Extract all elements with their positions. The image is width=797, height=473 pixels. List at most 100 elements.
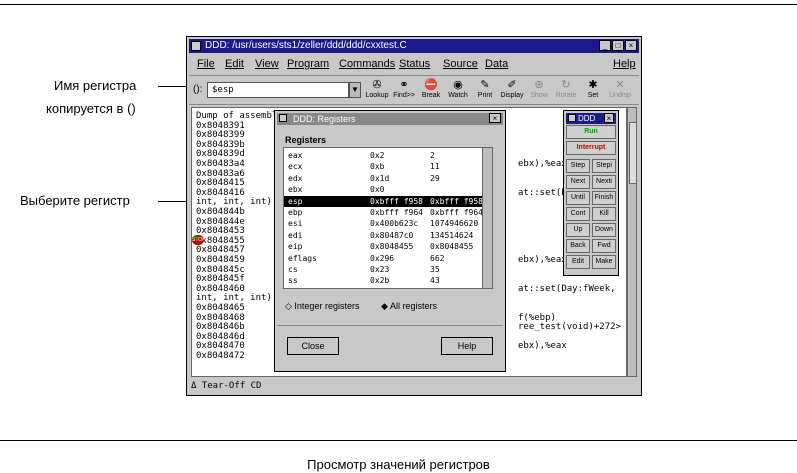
source-scrollbar[interactable] [627, 107, 637, 377]
set-tool[interactable]: ✱ Set [581, 79, 605, 103]
dialog-menu-icon[interactable] [279, 114, 287, 122]
register-dec: 0xbfff f964 [430, 208, 483, 217]
source-line: 0x8048459 [196, 255, 245, 265]
print-tool[interactable]: ✎ Print [473, 79, 497, 103]
radio-all-dot: ◆ [381, 301, 390, 311]
window-menu-icon[interactable] [191, 41, 201, 51]
register-row[interactable]: ecx 0xb 11 [284, 161, 484, 172]
display-tool[interactable]: ✐ Display [500, 79, 524, 103]
register-name: eflags [288, 253, 317, 263]
panel-menu-icon[interactable] [568, 114, 576, 122]
register-name: eax [288, 151, 303, 160]
register-row[interactable]: esi 0x400b623c 1074946620 [284, 218, 484, 229]
register-name: ebx [288, 185, 303, 195]
panel-button-back[interactable]: Back [566, 239, 590, 253]
menu-help[interactable]: Help [613, 55, 636, 73]
menu-status[interactable]: Status [399, 55, 430, 73]
registers-title-bar[interactable]: DDD: Registers × [277, 113, 503, 125]
register-row[interactable]: cs 0x23 35 [284, 264, 484, 275]
register-row[interactable]: eax 0x2 2 [284, 150, 484, 161]
register-name: cs [288, 265, 298, 274]
register-row[interactable]: ss 0x2b 43 [284, 275, 484, 286]
register-dec: 2 [430, 151, 435, 160]
source-line-tail: ebx),%eax [518, 255, 567, 265]
register-row[interactable]: eflags 0x296 662 [284, 253, 484, 264]
register-dec: 29 [430, 173, 440, 183]
register-hex: 0x296 [370, 253, 395, 263]
panel-close-x[interactable]: × [604, 113, 614, 123]
register-row[interactable]: ebx 0x0 [284, 184, 484, 195]
maximize-button[interactable]: □ [612, 40, 624, 51]
registers-list[interactable]: eax 0x2 2 ecx 0xb 11 edx 0x1d 29 ebx 0x0 esp 0xbfff … [283, 147, 491, 289]
help-button-dialog[interactable]: Help [441, 337, 493, 355]
register-dec: 11 [430, 162, 440, 172]
break-tool[interactable]: ⛔ Break [419, 79, 443, 103]
panel-button-cont[interactable]: Cont [566, 207, 590, 221]
menu-file[interactable]: File [197, 55, 215, 73]
radio-all-registers[interactable]: ◆ All registers [381, 301, 437, 312]
register-dec: 0x8048455 [430, 242, 474, 252]
register-row[interactable]: eip 0x8048455 0x8048455 [284, 241, 484, 252]
panel-button-up[interactable]: Up [566, 223, 590, 237]
execution-arrow-icon: ➔ [191, 232, 200, 244]
figure-caption: Просмотр значений регистров [307, 457, 490, 472]
panel-button-next[interactable]: Next [566, 175, 590, 189]
menu-program[interactable]: Program [287, 55, 329, 73]
register-row[interactable]: esp 0xbfff f958 0xbfff f958 [284, 195, 484, 207]
panel-button-nexti[interactable]: Nexti [592, 175, 616, 189]
binoculars-icon: ⚭ [399, 79, 409, 91]
panel-button-edit[interactable]: Edit [566, 255, 590, 269]
undisplay-tool[interactable]: ✕ Undisp [608, 79, 632, 103]
source-line: 0x804844b [196, 207, 245, 217]
run-button[interactable]: Run [566, 125, 616, 139]
set-icon: ✱ [588, 79, 598, 91]
panel-title-bar[interactable]: DDD × [566, 113, 616, 124]
menu-source[interactable]: Source [443, 55, 478, 73]
register-hex: 0xbfff f958 [370, 196, 423, 206]
find-tool[interactable]: ⚭ Find>> [392, 79, 416, 103]
register-hex: 0x80487c0 [370, 230, 414, 240]
panel-button-finish[interactable]: Finish [592, 191, 616, 205]
radio-integer-dot: ◇ [285, 301, 295, 311]
panel-button-until[interactable]: Until [566, 191, 590, 205]
panel-button-kill[interactable]: Kill [592, 207, 616, 221]
scroll-thumb[interactable] [629, 122, 637, 184]
lookup-tool[interactable]: ✇ Lookup [365, 79, 389, 103]
argument-dropdown[interactable]: ▼ [349, 82, 361, 98]
rotate-tool[interactable]: ↻ Rotate [554, 79, 578, 103]
show-tool[interactable]: ⊕ Show [527, 79, 551, 103]
register-hex: 0x8048455 [370, 242, 414, 252]
register-hex: 0x400b623c [370, 219, 419, 229]
argument-field[interactable]: $esp [207, 82, 349, 98]
registers-close-x[interactable]: × [489, 113, 501, 123]
panel-button-step[interactable]: Step [566, 159, 590, 173]
registers-scrollbar[interactable] [482, 147, 493, 289]
dialog-separator [277, 325, 503, 326]
register-row[interactable]: edi 0x80487c0 134514624 [284, 230, 484, 241]
annotation-register-name-1: Имя регистра [54, 78, 137, 93]
menu-edit[interactable]: Edit [225, 55, 244, 73]
panel-button-down[interactable]: Down [592, 223, 616, 237]
menu-view[interactable]: View [255, 55, 279, 73]
panel-button-fwd[interactable]: Fwd [592, 239, 616, 253]
watch-tool[interactable]: ◉ Watch [446, 79, 470, 103]
register-row[interactable]: edx 0x1d 29 [284, 173, 484, 184]
stop-sign-icon: ⛔ [424, 79, 438, 91]
radio-integer-registers[interactable]: ◇ Integer registers [285, 301, 359, 312]
source-line: 0x8048453 [196, 226, 245, 237]
register-row[interactable]: ebp 0xbfff f964 0xbfff f964 [284, 207, 484, 218]
close-button-dialog[interactable]: Close [287, 337, 339, 355]
menu-data[interactable]: Data [485, 55, 508, 73]
panel-button-stepi[interactable]: Stepi [592, 159, 616, 173]
source-line: Dump of assembl [196, 111, 278, 121]
source-line-tail: at::set(D [518, 187, 567, 198]
main-title-bar[interactable]: DDD: /usr/users/sts1/zeller/ddd/ddd/cxxt… [189, 39, 639, 53]
top-rule [0, 4, 797, 5]
register-dec: 0xbfff f958 [430, 196, 483, 206]
minimize-button[interactable]: _ [599, 40, 611, 51]
menu-commands[interactable]: Commands [339, 55, 395, 73]
close-button[interactable]: × [625, 40, 637, 51]
interrupt-button[interactable]: Interrupt [566, 141, 616, 155]
register-dec: 662 [430, 253, 445, 263]
panel-button-make[interactable]: Make [592, 255, 616, 269]
